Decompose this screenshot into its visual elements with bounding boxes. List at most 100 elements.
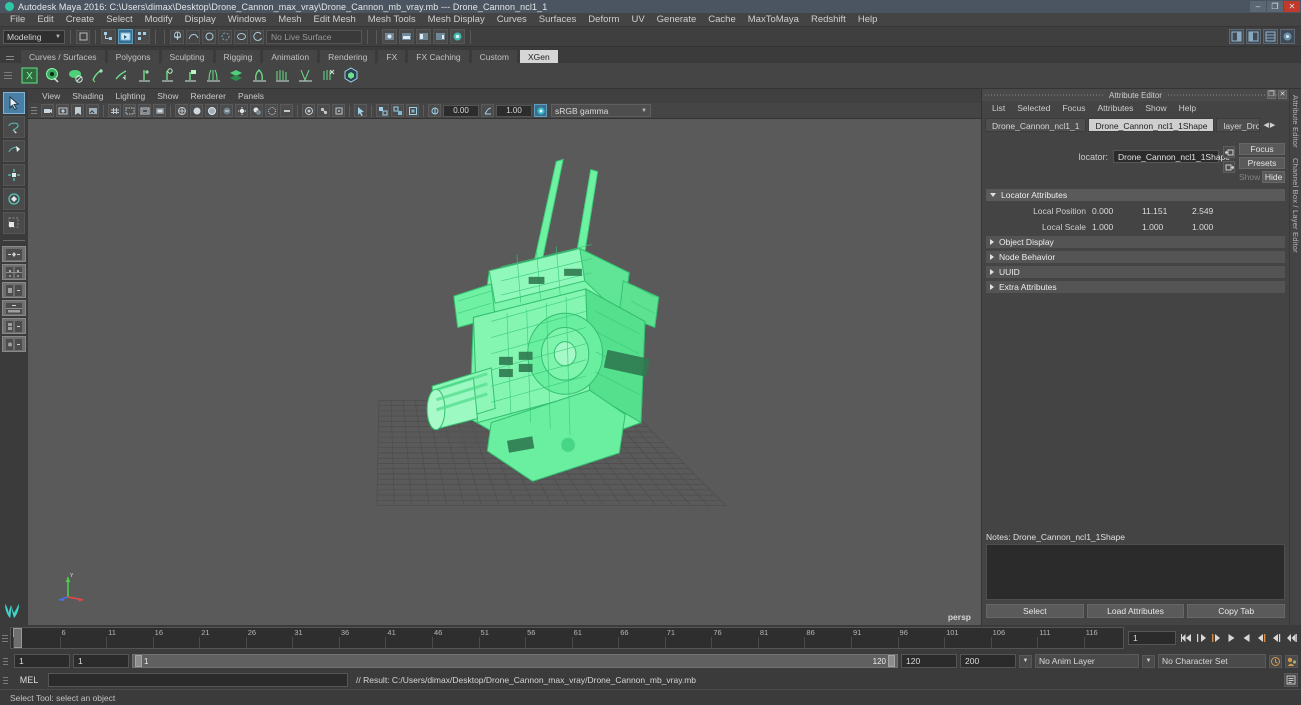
menu-item-uv[interactable]: UV (625, 13, 650, 27)
menu-item-edit[interactable]: Edit (31, 13, 59, 27)
menu-item-display[interactable]: Display (179, 13, 222, 27)
node-behavior-header[interactable]: Node Behavior (986, 251, 1285, 263)
render-current-frame-icon[interactable] (399, 29, 414, 44)
animation-preferences-button[interactable] (1285, 654, 1298, 668)
anim-layer-selector[interactable]: No Anim Layer (1035, 654, 1139, 668)
viewport-select-icon[interactable] (354, 104, 367, 117)
xgen-brush-add-icon[interactable] (88, 66, 108, 86)
scale-tool-button[interactable] (3, 212, 25, 234)
toggle-outliner-icon[interactable] (1280, 29, 1295, 44)
perspective-viewport[interactable]: Y persp (28, 119, 981, 625)
script-editor-button[interactable] (1284, 673, 1298, 687)
shaded-wireframe-icon[interactable] (205, 104, 218, 117)
make-live-icon[interactable] (250, 29, 264, 44)
xgen-guide-eye-icon[interactable] (157, 66, 177, 86)
xgen-clump-icon[interactable] (295, 66, 315, 86)
xray-active-components-icon[interactable] (332, 104, 345, 117)
layout-persp-outliner-button[interactable] (2, 300, 26, 316)
ae-menu-show[interactable]: Show (1139, 103, 1172, 113)
isolate-remove-icon[interactable] (406, 104, 419, 117)
exposure-value-field[interactable]: 0.00 (443, 104, 479, 117)
menu-item-maxtomaya[interactable]: MaxToMaya (742, 13, 805, 27)
image-plane-icon[interactable] (86, 104, 99, 117)
play-forwards-button[interactable] (1240, 632, 1252, 644)
menu-item-mesh-tools[interactable]: Mesh Tools (362, 13, 422, 27)
xgen-brush-place-icon[interactable] (111, 66, 131, 86)
viewport-menu-renderer[interactable]: Renderer (185, 89, 232, 103)
locator-attributes-header[interactable]: Locator Attributes (986, 189, 1285, 201)
shelf-tab-custom[interactable]: Custom (470, 49, 518, 63)
select-camera-icon[interactable] (41, 104, 54, 117)
ambient-occlusion-icon[interactable] (265, 104, 278, 117)
playback-end-time-field[interactable]: 120 (901, 654, 957, 668)
viewport-menu-lighting[interactable]: Lighting (109, 89, 151, 103)
xgen-interactive-groom-icon[interactable] (341, 66, 361, 86)
viewport-menu-panels[interactable]: Panels (232, 89, 270, 103)
menu-item-edit-mesh[interactable]: Edit Mesh (308, 13, 362, 27)
shelf-tab-polygons[interactable]: Polygons (106, 49, 160, 63)
select-by-component-type-icon[interactable] (135, 29, 150, 44)
color-management-selector[interactable]: sRGB gamma ▼ (551, 104, 651, 117)
go-to-end-button[interactable] (1285, 632, 1297, 644)
ae-tab-1[interactable]: Drone_Cannon_ncl1_1Shape (1088, 118, 1215, 132)
xgen-groom-density-icon[interactable] (203, 66, 223, 86)
layout-two-pane-side-button[interactable] (2, 282, 26, 298)
toggle-attribute-editor-icon[interactable] (1229, 29, 1244, 44)
auto-key-button[interactable] (1269, 654, 1282, 668)
xgen-preview-icon[interactable] (42, 66, 62, 86)
command-input-field[interactable] (48, 673, 348, 687)
menu-item-redshift[interactable]: Redshift (805, 13, 852, 27)
shelf-grip-handle[interactable] (4, 50, 16, 62)
xgen-window-icon[interactable]: X (19, 66, 39, 86)
tab-scroll-right-icon[interactable]: ▶ (1270, 121, 1275, 129)
viewport-menu-show[interactable]: Show (151, 89, 184, 103)
anim-layer-chevron[interactable]: ▼ (1142, 654, 1155, 668)
live-surface-field[interactable]: No Live Surface (266, 29, 362, 44)
local-position-y[interactable]: 11.151 (1142, 206, 1192, 216)
notes-textarea[interactable] (986, 544, 1285, 600)
load-attributes-button[interactable]: Load Attributes (1086, 604, 1185, 618)
menu-item-file[interactable]: File (4, 13, 31, 27)
channel-box-vertical-tab[interactable]: Channel Box / Layer Editor (1291, 158, 1300, 253)
shelf-row-grip[interactable] (4, 65, 14, 87)
menu-item-deform[interactable]: Deform (582, 13, 625, 27)
grid-toggle-icon[interactable] (108, 104, 121, 117)
ae-tab-0[interactable]: Drone_Cannon_ncl1_1 (985, 118, 1087, 132)
lasso-tool-button[interactable] (3, 116, 25, 138)
menu-item-surfaces[interactable]: Surfaces (533, 13, 583, 27)
viewport-menu-shading[interactable]: Shading (66, 89, 109, 103)
xgen-sculpt-icon[interactable] (249, 66, 269, 86)
maximize-button[interactable]: ❐ (1267, 1, 1283, 12)
show-button[interactable]: Show (1239, 171, 1260, 183)
playback-options-chevron[interactable]: ▼ (1019, 654, 1032, 668)
ae-menu-help[interactable]: Help (1173, 103, 1202, 113)
layout-persp-graph-button[interactable] (2, 318, 26, 334)
shelf-tab-sculpting[interactable]: Sculpting (160, 49, 214, 63)
gamma-value-field[interactable]: 1.00 (496, 104, 532, 117)
copy-tab-button[interactable]: Copy Tab (1187, 604, 1286, 618)
isolate-add-icon[interactable] (391, 104, 404, 117)
animation-end-time-field[interactable]: 200 (960, 654, 1016, 668)
xgen-cut-icon[interactable] (318, 66, 338, 86)
menu-item-create[interactable]: Create (60, 13, 101, 27)
snap-to-projected-center-icon[interactable] (218, 29, 232, 44)
step-back-frame-button[interactable] (1210, 632, 1222, 644)
layout-single-pane-button[interactable] (2, 246, 26, 262)
menu-item-mesh-display[interactable]: Mesh Display (422, 13, 491, 27)
toggle-channel-box-icon[interactable] (1263, 29, 1278, 44)
close-button[interactable]: ✕ (1284, 1, 1300, 12)
open-render-view-icon[interactable] (382, 29, 397, 44)
script-language-label[interactable]: MEL (13, 675, 45, 685)
select-by-object-type-icon[interactable] (118, 29, 133, 44)
step-back-key-button[interactable] (1195, 632, 1207, 644)
presets-button[interactable]: Presets (1239, 157, 1285, 169)
range-slider-grip[interactable] (3, 654, 11, 669)
color-management-toggle-icon[interactable] (534, 104, 547, 117)
playhead[interactable] (13, 628, 22, 648)
menu-item-windows[interactable]: Windows (222, 13, 273, 27)
xray-mode-icon[interactable] (302, 104, 315, 117)
bookmark-icon[interactable] (71, 104, 84, 117)
snap-to-view-plane-icon[interactable] (234, 29, 248, 44)
node-name-field[interactable]: Drone_Cannon_ncl1_1Shape (1113, 150, 1230, 163)
snap-to-point-icon[interactable] (202, 29, 216, 44)
